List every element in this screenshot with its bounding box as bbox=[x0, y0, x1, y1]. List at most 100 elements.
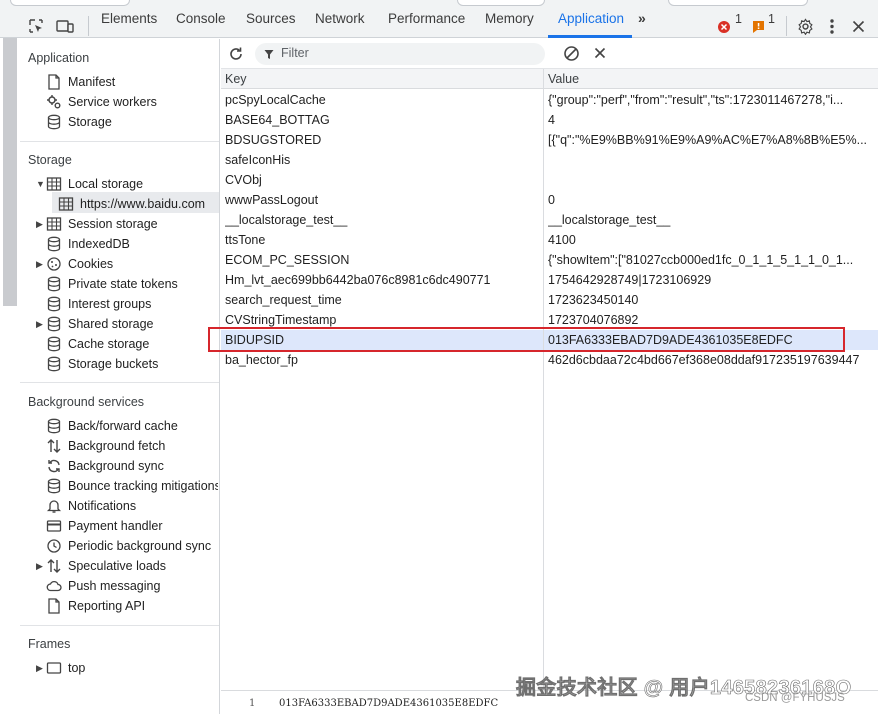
sidebar-item-local-storage[interactable]: Local storage bbox=[46, 174, 216, 194]
sidebar-item-frame-top[interactable]: top bbox=[46, 658, 216, 678]
refresh-icon[interactable] bbox=[228, 46, 244, 62]
error-count[interactable]: 1 bbox=[735, 12, 742, 26]
cell-value[interactable]: {"group":"perf","from":"result","ts":172… bbox=[548, 93, 874, 107]
collapsed-arrow-icon[interactable]: ▶ bbox=[36, 214, 43, 234]
sidebar-item-shared-storage[interactable]: Shared storage bbox=[46, 314, 216, 334]
table-row[interactable]: pcSpyLocalCache {"group":"perf","from":"r… bbox=[221, 90, 878, 110]
cell-key[interactable]: BASE64_BOTTAG bbox=[225, 113, 537, 127]
cell-key[interactable]: search_request_time bbox=[225, 293, 537, 307]
cell-key[interactable]: ECOM_PC_SESSION bbox=[225, 253, 537, 267]
inspect-element-icon[interactable] bbox=[28, 18, 44, 34]
collapsed-arrow-icon[interactable]: ▶ bbox=[36, 658, 43, 678]
table-row[interactable]: ba_hector_fp 462d6cbdaa72c4bd667ef368e08d… bbox=[221, 350, 878, 370]
expanded-arrow-icon[interactable]: ▼ bbox=[36, 174, 45, 194]
sidebar-item-interest-groups[interactable]: Interest groups bbox=[46, 294, 216, 314]
table-row[interactable]: search_request_time 1723623450140 bbox=[221, 290, 878, 310]
column-divider[interactable] bbox=[543, 69, 544, 690]
tab-elements[interactable]: Elements bbox=[101, 11, 157, 26]
cell-value[interactable]: __localstorage_test__ bbox=[548, 213, 874, 227]
table-row[interactable]: wwwPassLogout 0 bbox=[221, 190, 878, 210]
cell-key[interactable]: BDSUGSTORED bbox=[225, 133, 537, 147]
cell-key[interactable]: CVStringTimestamp bbox=[225, 313, 537, 327]
sidebar-item-payment-handler[interactable]: Payment handler bbox=[46, 516, 218, 536]
settings-gear-icon[interactable] bbox=[797, 18, 814, 35]
warning-count[interactable]: 1 bbox=[768, 12, 775, 26]
table-row[interactable]: Hm_lvt_aec699bb6442ba076c8981c6dc490771 1… bbox=[221, 270, 878, 290]
sidebar-item-periodic-background-sync[interactable]: Periodic background sync bbox=[46, 536, 218, 556]
cell-value[interactable]: 1754642928749|1723106929 bbox=[548, 273, 874, 287]
cell-key[interactable]: ba_hector_fp bbox=[225, 353, 537, 367]
database-icon bbox=[47, 114, 61, 130]
sidebar-item-local-storage-origin[interactable]: https://www.baidu.com bbox=[58, 194, 218, 214]
table-row[interactable]: safeIconHis bbox=[221, 150, 878, 170]
sidebar-item-storage[interactable]: Storage bbox=[46, 112, 216, 132]
sidebar-item-push-messaging[interactable]: Push messaging bbox=[46, 576, 218, 596]
cell-value[interactable]: 462d6cbdaa72c4bd667ef368e08ddaf917235197… bbox=[548, 353, 874, 367]
clear-all-icon[interactable] bbox=[563, 45, 580, 62]
sidebar-item-label: https://www.baidu.com bbox=[80, 197, 206, 211]
more-tabs-chevron-icon[interactable]: » bbox=[638, 10, 646, 26]
sidebar-item-manifest[interactable]: Manifest bbox=[46, 72, 216, 92]
sidebar-item-indexeddb[interactable]: IndexedDB bbox=[46, 234, 216, 254]
sidebar-item-cache-storage[interactable]: Cache storage bbox=[46, 334, 216, 354]
column-header-value[interactable]: Value bbox=[548, 72, 579, 86]
sidebar-item-session-storage[interactable]: Session storage bbox=[46, 214, 216, 234]
cell-value[interactable]: {"showItem":["81027ccb000ed1fc_0_1_1_5_1… bbox=[548, 253, 874, 267]
tab-console[interactable]: Console bbox=[176, 11, 226, 26]
table-row[interactable]: ttsTone 4100 bbox=[221, 230, 878, 250]
sidebar-item-notifications[interactable]: Notifications bbox=[46, 496, 218, 516]
tab-sources[interactable]: Sources bbox=[246, 11, 296, 26]
section-header-application: Application bbox=[28, 51, 90, 65]
tab-network[interactable]: Network bbox=[315, 11, 365, 26]
table-row[interactable]: BDSUGSTORED [{"q":"%E9%BB%91%E9%A9%AC%E7%… bbox=[221, 130, 878, 150]
collapsed-arrow-icon[interactable]: ▶ bbox=[36, 254, 43, 274]
table-row[interactable]: BASE64_BOTTAG 4 bbox=[221, 110, 878, 130]
sidebar-item-label: Shared storage bbox=[68, 317, 154, 331]
sidebar-item-reporting-api[interactable]: Reporting API bbox=[46, 596, 218, 616]
collapsed-arrow-icon[interactable]: ▶ bbox=[36, 556, 43, 576]
cell-key[interactable]: CVObj bbox=[225, 173, 537, 187]
column-header-key[interactable]: Key bbox=[225, 72, 247, 86]
sidebar-item-cookies[interactable]: Cookies bbox=[46, 254, 216, 274]
cell-key[interactable]: __localstorage_test__ bbox=[225, 213, 537, 227]
filter-input[interactable]: Filter bbox=[255, 43, 545, 65]
table-row[interactable]: CVObj bbox=[221, 170, 878, 190]
sidebar-item-label: IndexedDB bbox=[68, 237, 130, 251]
tab-memory[interactable]: Memory bbox=[485, 11, 534, 26]
cell-value[interactable]: [{"q":"%E9%BB%91%E9%A9%AC%E7%A8%8B%E5%..… bbox=[548, 133, 874, 147]
cell-value[interactable]: 4 bbox=[548, 113, 874, 127]
cell-key[interactable]: safeIconHis bbox=[225, 153, 537, 167]
device-toolbar-icon[interactable] bbox=[56, 18, 74, 34]
preview-value-text[interactable]: 013FA6333EBAD7D9ADE4361035E8EDFC bbox=[279, 698, 498, 709]
sidebar-item-bounce-tracking-mitigations[interactable]: Bounce tracking mitigations bbox=[46, 476, 218, 496]
tab-performance[interactable]: Performance bbox=[388, 11, 465, 26]
cell-key[interactable]: ttsTone bbox=[225, 233, 537, 247]
preview-line-number: 1 bbox=[249, 698, 256, 709]
sidebar-item-private-state-tokens[interactable]: Private state tokens bbox=[46, 274, 216, 294]
tab-application[interactable]: Application bbox=[558, 11, 624, 26]
sidebar-item-service-workers[interactable]: Service workers bbox=[46, 92, 216, 112]
section-header-storage: Storage bbox=[28, 153, 72, 167]
cell-key[interactable]: wwwPassLogout bbox=[225, 193, 537, 207]
cell-value[interactable]: 1723704076892 bbox=[548, 313, 874, 327]
sidebar-item-label: Interest groups bbox=[68, 297, 152, 311]
more-options-icon[interactable] bbox=[828, 18, 836, 35]
table-row[interactable]: __localstorage_test__ __localstorage_test… bbox=[221, 210, 878, 230]
sidebar-item-back-forward-cache[interactable]: Back/forward cache bbox=[46, 416, 218, 436]
cell-value[interactable]: 0 bbox=[548, 193, 874, 207]
cell-key[interactable]: pcSpyLocalCache bbox=[225, 93, 537, 107]
table-row[interactable]: ECOM_PC_SESSION {"showItem":["81027ccb000… bbox=[221, 250, 878, 270]
sidebar-item-speculative-loads[interactable]: Speculative loads bbox=[46, 556, 218, 576]
close-devtools-icon[interactable] bbox=[852, 20, 865, 33]
sidebar-item-storage-buckets[interactable]: Storage buckets bbox=[46, 354, 216, 374]
delete-selected-icon[interactable] bbox=[594, 47, 606, 59]
collapsed-arrow-icon[interactable]: ▶ bbox=[36, 314, 43, 334]
sidebar-item-background-fetch[interactable]: Background fetch bbox=[46, 436, 218, 456]
warning-icon[interactable] bbox=[752, 20, 765, 34]
cell-value[interactable]: 1723623450140 bbox=[548, 293, 874, 307]
sidebar-item-background-sync[interactable]: Background sync bbox=[46, 456, 218, 476]
arrows-up-down-icon bbox=[47, 439, 61, 453]
cell-key[interactable]: Hm_lvt_aec699bb6442ba076c8981c6dc490771 bbox=[225, 273, 537, 287]
cell-value[interactable]: 4100 bbox=[548, 233, 874, 247]
error-icon[interactable] bbox=[717, 20, 731, 34]
